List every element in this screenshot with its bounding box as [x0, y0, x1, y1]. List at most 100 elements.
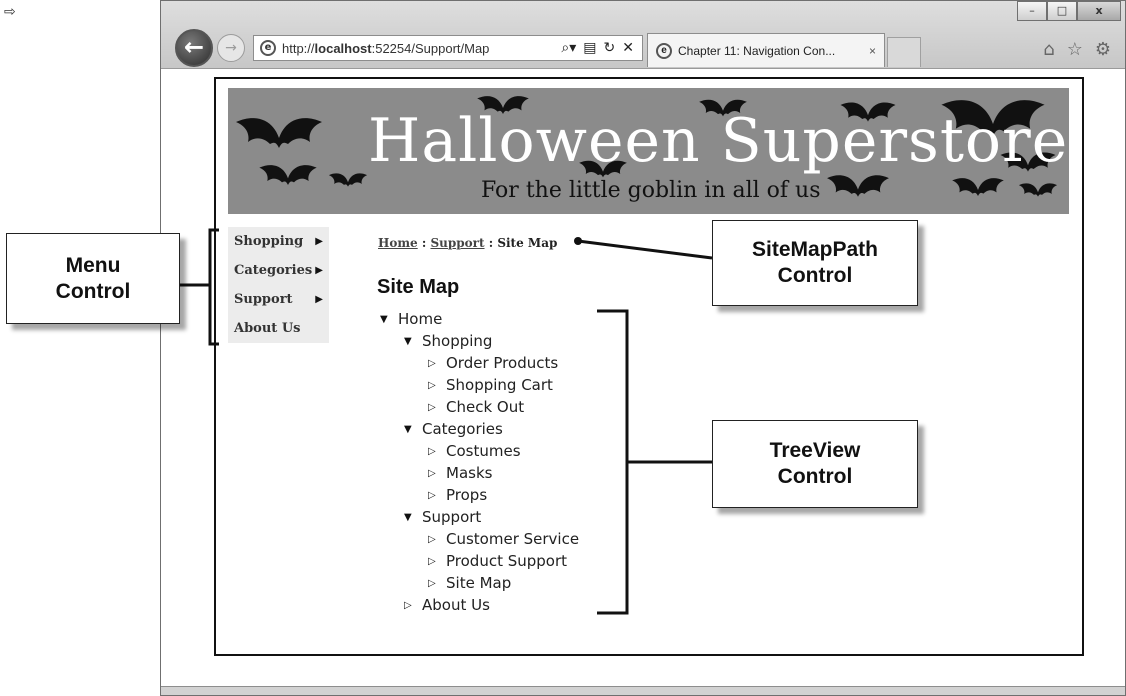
- bat-icon: [952, 178, 1004, 196]
- collapsed-arrow-icon[interactable]: ▷: [428, 380, 446, 391]
- tree-node[interactable]: ▼ Support: [404, 506, 481, 528]
- expanded-arrow-icon[interactable]: ▼: [404, 512, 422, 523]
- expanded-arrow-icon[interactable]: ▼: [404, 336, 422, 347]
- breadcrumb: Home : Support : Site Map: [378, 236, 557, 250]
- halloween-banner: Halloween Superstore For the little gobl…: [228, 88, 1069, 214]
- tree-node[interactable]: ▷ Costumes: [428, 440, 521, 462]
- submenu-arrow-icon: ▶: [315, 265, 323, 276]
- ie-icon: e: [260, 40, 276, 56]
- tree-node-label: Props: [446, 486, 488, 504]
- tab-chapter-11[interactable]: e Chapter 11: Navigation Con... ×: [647, 33, 885, 67]
- expanded-arrow-icon[interactable]: ▼: [380, 314, 398, 325]
- menu-item-categories[interactable]: Categories ▶: [228, 256, 329, 285]
- search-icon[interactable]: ⌕▾: [561, 40, 576, 56]
- tree-node-label: About Us: [422, 596, 490, 614]
- submenu-arrow-icon: ▶: [315, 294, 323, 305]
- bat-icon: [1018, 183, 1058, 197]
- tree-node-label: Check Out: [446, 398, 525, 416]
- tree-node-label: Customer Service: [446, 530, 580, 548]
- menu-item-label: Shopping: [234, 234, 304, 249]
- collapsed-arrow-icon[interactable]: ▷: [428, 446, 446, 457]
- submenu-arrow-icon: ▶: [315, 236, 323, 247]
- callout-line: SiteMapPath: [751, 238, 879, 261]
- tab-close-icon[interactable]: ×: [869, 44, 876, 58]
- tree-node[interactable]: ▷ Order Products: [428, 352, 558, 374]
- collapsed-arrow-icon[interactable]: ▷: [428, 556, 446, 567]
- menu-item-label: Support: [234, 292, 293, 307]
- tree-node-home[interactable]: ▼ Home: [380, 308, 442, 330]
- expanded-arrow-icon[interactable]: ▼: [404, 424, 422, 435]
- page-viewport: Halloween Superstore For the little gobl…: [161, 69, 1125, 687]
- tree-node-label: Shopping: [422, 332, 493, 350]
- tree-node[interactable]: ▷ About Us: [404, 594, 490, 616]
- browser-right-tools: ⌂ ☆ ⚙: [1043, 39, 1111, 60]
- collapsed-arrow-icon[interactable]: ▷: [428, 534, 446, 545]
- tree-node[interactable]: ▷ Shopping Cart: [428, 374, 553, 396]
- tree-node[interactable]: ▼ Categories: [404, 418, 503, 440]
- forward-button[interactable]: →: [217, 34, 245, 62]
- breadcrumb-separator: :: [417, 236, 431, 250]
- url-text: http://localhost:52254/Support/Map: [282, 40, 490, 56]
- menu-item-label: Categories: [234, 263, 313, 278]
- tree-node[interactable]: ▼ Shopping: [404, 330, 492, 352]
- arrow-icon: ⇨: [4, 4, 16, 20]
- breadcrumb-home-link[interactable]: Home: [378, 236, 418, 250]
- tree-node-label: Home: [398, 310, 443, 328]
- tab-title: Chapter 11: Navigation Con...: [678, 43, 836, 58]
- menu-item-label: About Us: [234, 321, 301, 336]
- tree-node[interactable]: ▷ Product Support: [428, 550, 567, 572]
- bat-icon: [259, 165, 317, 185]
- tree-node[interactable]: ▷ Check Out: [428, 396, 524, 418]
- tree-node[interactable]: ▷ Props: [428, 484, 487, 506]
- screenshot-root: ⇨ – □ x ← → e http://localhost:52254/Sup…: [0, 0, 1126, 696]
- callout-line: TreeView: [769, 439, 861, 462]
- web-page: Halloween Superstore For the little gobl…: [214, 77, 1084, 656]
- maximize-button[interactable]: □: [1047, 1, 1077, 21]
- star-icon[interactable]: ☆: [1067, 39, 1083, 60]
- home-icon[interactable]: ⌂: [1043, 39, 1054, 60]
- page-title: Site Map: [377, 276, 460, 298]
- collapsed-arrow-icon[interactable]: ▷: [404, 600, 422, 611]
- refresh-icon[interactable]: ↻: [604, 40, 616, 56]
- callout-line: Control: [777, 264, 853, 287]
- collapsed-arrow-icon[interactable]: ▷: [428, 358, 446, 369]
- tree-node-label: Product Support: [446, 552, 568, 570]
- tree-node-label: Masks: [446, 464, 493, 482]
- tree-node-label: Categories: [422, 420, 503, 438]
- close-window-button[interactable]: x: [1077, 1, 1121, 21]
- tree-node-label: Shopping Cart: [446, 376, 553, 394]
- tree-node[interactable]: ▷ Site Map: [428, 572, 511, 594]
- menu-item-support[interactable]: Support ▶: [228, 285, 329, 314]
- menu-control-callout: Menu Control: [6, 233, 180, 324]
- stop-icon[interactable]: ✕: [622, 40, 634, 56]
- tree-node[interactable]: ▷ Masks: [428, 462, 492, 484]
- tree-node-label: Costumes: [446, 442, 521, 460]
- banner-title: Halloween Superstore: [368, 106, 1069, 176]
- menu-item-shopping[interactable]: Shopping ▶: [228, 227, 329, 256]
- menu-control: Shopping ▶ Categories ▶ Support ▶ About …: [228, 227, 329, 343]
- minimize-button[interactable]: –: [1017, 1, 1047, 21]
- banner-subtitle: For the little goblin in all of us: [481, 178, 821, 203]
- collapsed-arrow-icon[interactable]: ▷: [428, 578, 446, 589]
- compatibility-icon[interactable]: ▤: [583, 40, 596, 56]
- menu-item-about-us[interactable]: About Us: [228, 314, 329, 343]
- ie-tab-icon: e: [656, 42, 672, 59]
- browser-toolbar: – □ x ← → e http://localhost:52254/Suppo…: [161, 1, 1125, 69]
- address-bar[interactable]: e http://localhost:52254/Support/Map ⌕▾ …: [253, 35, 643, 61]
- collapsed-arrow-icon[interactable]: ▷: [428, 402, 446, 413]
- gear-icon[interactable]: ⚙: [1095, 39, 1111, 60]
- browser-window: – □ x ← → e http://localhost:52254/Suppo…: [160, 0, 1126, 696]
- collapsed-arrow-icon[interactable]: ▷: [428, 468, 446, 479]
- tree-node-label: Order Products: [446, 354, 559, 372]
- breadcrumb-current: Site Map: [497, 236, 558, 250]
- collapsed-arrow-icon[interactable]: ▷: [428, 490, 446, 501]
- sitemappath-callout: SiteMapPath Control: [712, 220, 918, 306]
- window-controls: – □ x: [1017, 1, 1121, 21]
- back-button[interactable]: ←: [175, 29, 213, 67]
- callout-line: Control: [55, 279, 131, 303]
- bat-icon: [236, 118, 322, 148]
- breadcrumb-support-link[interactable]: Support: [430, 236, 484, 250]
- tree-node[interactable]: ▷ Customer Service: [428, 528, 579, 550]
- new-tab-button[interactable]: [887, 37, 921, 67]
- tree-node-label: Site Map: [446, 574, 512, 592]
